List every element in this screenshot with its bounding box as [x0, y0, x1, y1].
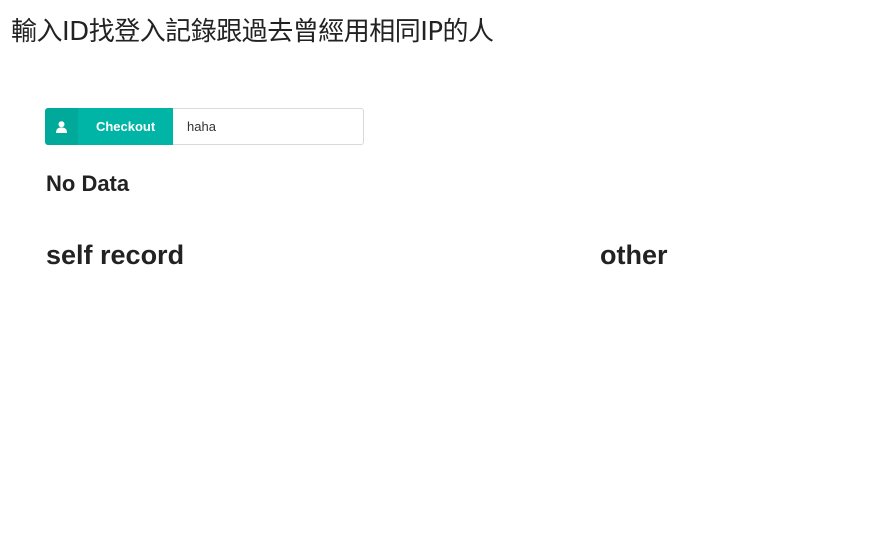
no-data-message: No Data — [46, 171, 130, 196]
user-icon — [45, 108, 79, 145]
checkout-form: Checkout — [45, 108, 364, 145]
other-heading: other — [600, 240, 668, 270]
checkout-button[interactable]: Checkout — [78, 108, 173, 145]
self-record-heading: self record — [46, 240, 185, 270]
page-title: 輸入ID找登入記錄跟過去曾經用相同IP的人 — [11, 17, 494, 47]
id-input[interactable] — [173, 108, 364, 145]
